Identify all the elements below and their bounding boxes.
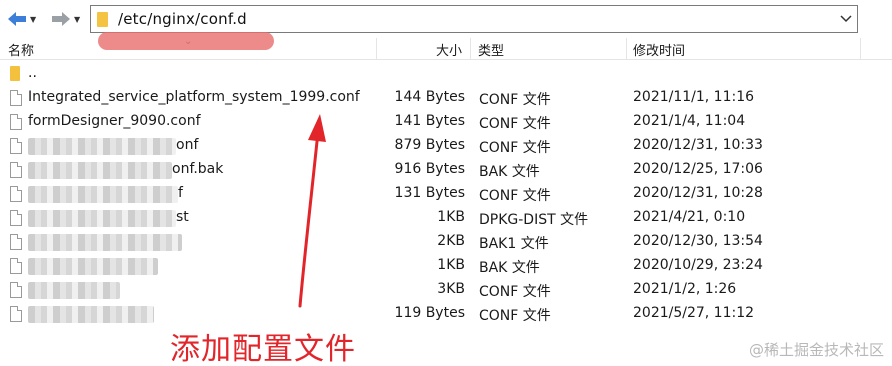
column-header-modified[interactable]: 修改时间: [633, 40, 685, 59]
column-header-size[interactable]: 大小: [436, 40, 462, 59]
list-item[interactable]: 1KB BAK 文件 2020/10/29, 23:24: [0, 254, 892, 278]
file-size: 119 Bytes: [394, 305, 465, 321]
file-size: 3KB: [437, 281, 465, 297]
file-type: BAK 文件: [479, 260, 540, 276]
file-name: onf.bak: [172, 161, 224, 177]
file-size: 1KB: [437, 209, 465, 225]
file-modified: 2021/5/27, 11:12: [633, 305, 755, 321]
redacted-text: [28, 210, 176, 227]
file-name: Integrated_service_platform_system_1999.…: [28, 89, 360, 105]
redacted-text: [28, 306, 154, 323]
file-modified: 2020/10/29, 23:24: [633, 257, 763, 273]
file-name: formDesigner_9090.conf: [28, 113, 201, 129]
list-item[interactable]: f 131 Bytes CONF 文件 2020/12/31, 10:28: [0, 182, 892, 206]
folder-icon: [10, 66, 20, 81]
back-arrow-icon: [8, 12, 26, 26]
file-modified: 2021/11/1, 11:16: [633, 89, 755, 105]
address-bar[interactable]: /etc/nginx/conf.d: [90, 5, 858, 33]
column-divider[interactable]: [860, 38, 861, 60]
file-type: CONF 文件: [479, 308, 551, 324]
file-size: 2KB: [437, 233, 465, 249]
chevron-down-icon[interactable]: ▼: [74, 15, 80, 24]
file-icon: [10, 90, 22, 106]
file-icon: [10, 234, 22, 250]
file-modified: 2020/12/31, 10:28: [633, 185, 763, 201]
list-item[interactable]: formDesigner_9090.conf 141 Bytes CONF 文件…: [0, 110, 892, 134]
file-modified: 2020/12/25, 17:06: [633, 161, 763, 177]
list-item[interactable]: ..: [0, 62, 892, 86]
file-icon: [10, 306, 22, 322]
file-type: CONF 文件: [479, 116, 551, 132]
forward-button[interactable]: ▼: [50, 9, 80, 29]
folder-icon: [97, 12, 108, 27]
redacted-text: [28, 234, 182, 251]
list-item[interactable]: 3KB CONF 文件 2021/1/2, 1:26: [0, 278, 892, 302]
list-item[interactable]: Integrated_service_platform_system_1999.…: [0, 86, 892, 110]
file-modified: 2021/1/2, 1:26: [633, 281, 737, 297]
chevron-down-icon[interactable]: [839, 11, 853, 25]
file-modified: 2021/4/21, 0:10: [633, 209, 746, 225]
file-size: 141 Bytes: [394, 113, 465, 129]
file-type: DPKG-DIST 文件: [479, 212, 589, 228]
file-modified: 2020/12/31, 10:33: [633, 137, 763, 153]
redacted-text: [28, 186, 178, 203]
file-type: CONF 文件: [479, 140, 551, 156]
file-size: 879 Bytes: [394, 137, 465, 153]
file-name: ..: [28, 65, 37, 81]
file-name: f: [178, 185, 183, 201]
redacted-text: [28, 258, 158, 275]
file-size: 916 Bytes: [394, 161, 465, 177]
file-icon: [10, 210, 22, 226]
red-arrow-icon: [298, 114, 326, 308]
column-divider[interactable]: [626, 38, 627, 60]
file-size: 144 Bytes: [394, 89, 465, 105]
column-header-name[interactable]: 名称: [8, 40, 34, 59]
file-icon: [10, 258, 22, 274]
file-icon: [10, 138, 22, 154]
file-list: .. Integrated_service_platform_system_19…: [0, 62, 892, 326]
list-item[interactable]: 2KB BAK1 文件 2020/12/30, 13:54: [0, 230, 892, 254]
file-type: CONF 文件: [479, 188, 551, 204]
address-path[interactable]: /etc/nginx/conf.d: [118, 10, 247, 28]
redacted-text: [28, 282, 120, 299]
file-icon: [10, 186, 22, 202]
file-type: BAK 文件: [479, 164, 540, 180]
column-divider[interactable]: [376, 38, 377, 60]
forward-arrow-icon: [52, 12, 70, 26]
chevron-down-icon[interactable]: ▼: [30, 15, 36, 24]
file-icon: [10, 162, 22, 178]
file-size: 131 Bytes: [394, 185, 465, 201]
redacted-text: [28, 162, 172, 179]
file-name: st: [176, 209, 189, 225]
file-type: CONF 文件: [479, 284, 551, 300]
highlight-mark: [98, 32, 274, 50]
watermark: @稀土掘金技术社区: [748, 341, 884, 359]
file-modified: 2020/12/30, 13:54: [633, 233, 763, 249]
file-icon: [10, 282, 22, 298]
list-item[interactable]: 119 Bytes CONF 文件 2021/5/27, 11:12: [0, 302, 892, 326]
back-button[interactable]: ▼: [6, 9, 36, 29]
list-item[interactable]: onf.bak 916 Bytes BAK 文件 2020/12/25, 17:…: [0, 158, 892, 182]
column-divider[interactable]: [470, 38, 471, 60]
redacted-text: [28, 138, 176, 155]
list-item[interactable]: onf 879 Bytes CONF 文件 2020/12/31, 10:33: [0, 134, 892, 158]
file-type: CONF 文件: [479, 92, 551, 108]
file-size: 1KB: [437, 257, 465, 273]
list-item[interactable]: st 1KB DPKG-DIST 文件 2021/4/21, 0:10: [0, 206, 892, 230]
file-type: BAK1 文件: [479, 236, 549, 252]
file-name: onf: [176, 137, 199, 153]
annotation-text: 添加配置文件: [170, 332, 356, 366]
file-modified: 2021/1/4, 11:04: [633, 113, 746, 129]
file-icon: [10, 114, 22, 130]
column-header-type[interactable]: 类型: [478, 40, 504, 59]
